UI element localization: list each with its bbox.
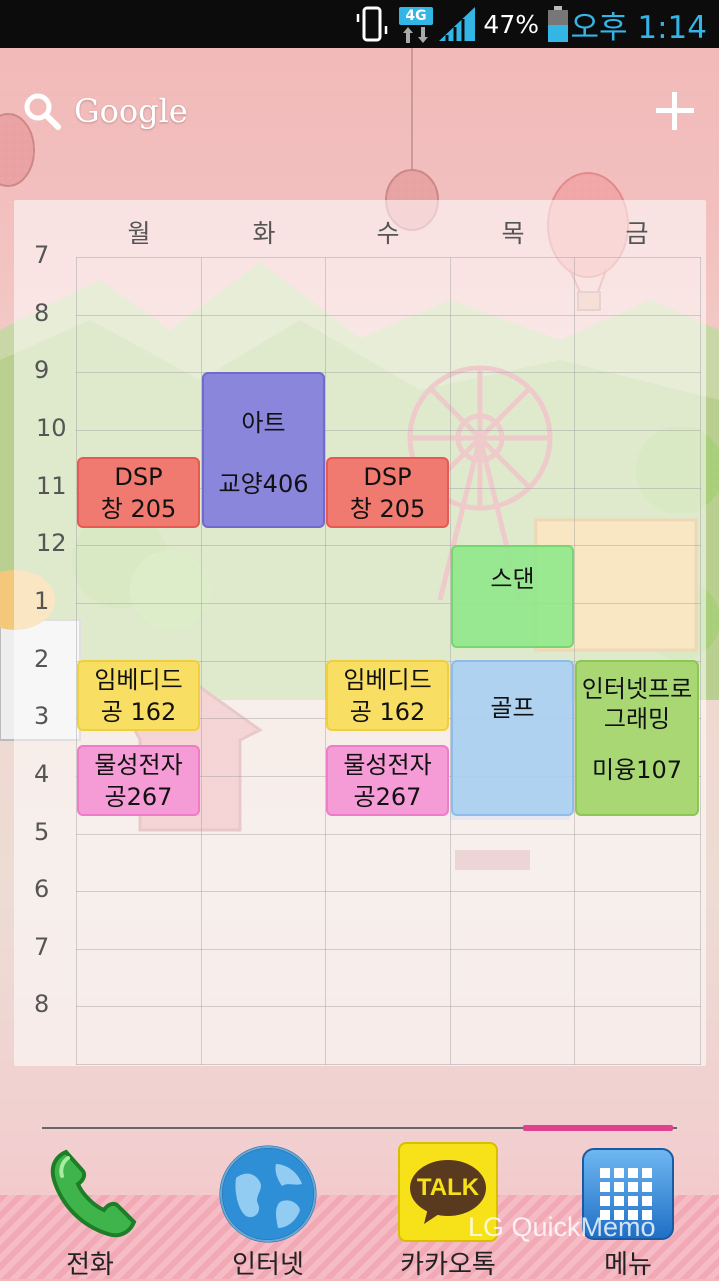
class-room: 공267	[104, 782, 173, 811]
class-name: 물성전자	[94, 750, 183, 779]
class-name: 골프	[490, 694, 535, 722]
class-block-dsp-wed[interactable]: DSP 창 205	[326, 457, 449, 528]
class-name: DSP	[363, 462, 412, 491]
dock-label-internet: 인터넷	[232, 1250, 304, 1280]
class-room: 창 205	[100, 494, 177, 523]
day-header-wed: 수	[376, 219, 400, 248]
hour-label: 9	[34, 356, 50, 384]
class-block-embedded-mon[interactable]: 임베디드 공 162	[77, 660, 200, 731]
search-label: Google	[74, 92, 188, 130]
class-name: 인터넷프로그래밍	[581, 675, 693, 733]
hour-label: 8	[34, 299, 50, 327]
grid-line	[76, 257, 701, 258]
class-name: 아트	[241, 408, 286, 437]
network-4g-icon: 4G	[399, 0, 433, 48]
class-name: 물성전자	[343, 750, 432, 779]
status-bar: 4G 47% 오후 1:14	[0, 0, 719, 48]
class-block-physics-wed[interactable]: 물성전자 공267	[326, 745, 449, 816]
page-indicator-active	[523, 1125, 673, 1131]
dock-item-phone[interactable]	[20, 1142, 160, 1246]
signal-strength-icon	[437, 0, 477, 48]
class-name: DSP	[114, 462, 163, 491]
hour-label: 7	[34, 933, 50, 961]
class-block-dsp-mon[interactable]: DSP 창 205	[77, 457, 200, 528]
class-room: 공 162	[349, 697, 426, 726]
plus-icon	[656, 92, 694, 130]
class-block-dance-thu[interactable]: 스댄	[451, 545, 574, 648]
grid-line	[76, 430, 701, 431]
class-block-internet-programming-fri[interactable]: 인터넷프로그래밍 미융107	[575, 660, 699, 816]
hour-label: 5	[34, 818, 50, 846]
class-block-embedded-wed[interactable]: 임베디드 공 162	[326, 660, 449, 731]
class-room: 교양406	[218, 469, 309, 498]
dock-label-kakaotalk: 카카오톡	[400, 1250, 496, 1280]
day-header-thu: 목	[501, 219, 525, 248]
hour-label: 12	[36, 529, 67, 557]
day-header-fri: 금	[625, 219, 649, 248]
hour-label: 6	[34, 875, 50, 903]
google-search-bar[interactable]: Google	[22, 88, 188, 134]
talk-text: TALK	[416, 1174, 480, 1201]
grid-line	[76, 1006, 701, 1007]
grid-line	[76, 315, 701, 316]
class-name: 임베디드	[343, 665, 432, 694]
add-widget-button[interactable]	[652, 88, 698, 134]
hour-label: 1	[34, 587, 50, 615]
dock-item-internet[interactable]	[198, 1142, 338, 1246]
day-header-mon: 월	[127, 219, 151, 248]
dock-label-phone: 전화	[66, 1250, 114, 1280]
battery-percent: 47%	[483, 9, 539, 39]
class-room: 공 162	[100, 697, 177, 726]
timetable-widget[interactable]: 월 화 수 목 금 7 8 9 10 11 12 1 2 3 4 5 6 7 8…	[14, 200, 706, 1066]
hour-label: 7	[34, 241, 50, 269]
quickmemo-watermark: LG QuickMemo	[468, 1212, 656, 1242]
grid-line	[76, 1064, 701, 1065]
hour-label: 10	[36, 414, 67, 442]
grid-line	[76, 372, 701, 373]
class-room: 공267	[353, 782, 422, 811]
class-block-golf-thu[interactable]: 골프	[451, 660, 574, 816]
class-room: 미융107	[592, 756, 682, 784]
dock-label-menu: 메뉴	[604, 1250, 652, 1280]
class-block-physics-mon[interactable]: 물성전자 공267	[77, 745, 200, 816]
class-name: 임베디드	[94, 665, 183, 694]
class-room: 창 205	[349, 494, 426, 523]
grid-line	[76, 949, 701, 950]
globe-icon	[216, 1142, 320, 1246]
hour-label: 8	[34, 990, 50, 1018]
grid-line	[76, 545, 701, 546]
class-name: 스댄	[490, 565, 535, 593]
grid-line	[76, 603, 701, 604]
battery-icon	[547, 0, 569, 48]
class-block-art-tue[interactable]: 아트 교양406	[202, 372, 325, 528]
day-header-tue: 화	[252, 219, 276, 248]
vibrate-icon	[355, 0, 389, 48]
phone-icon	[38, 1142, 142, 1246]
clock: 오후 1:14	[570, 9, 707, 46]
grid-line	[76, 834, 701, 835]
grid-line	[76, 891, 701, 892]
search-icon	[24, 93, 61, 130]
